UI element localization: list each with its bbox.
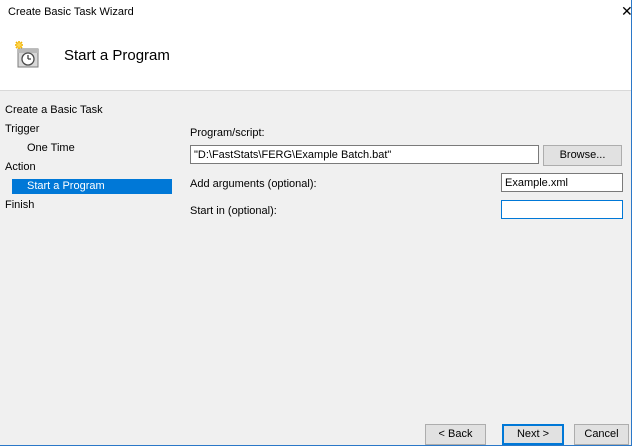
window-title: Create Basic Task Wizard: [8, 6, 134, 18]
task-scheduler-clock-icon: [15, 41, 39, 68]
close-icon[interactable]: ✕: [621, 3, 631, 20]
start-in-input[interactable]: [501, 200, 623, 219]
wizard-window: Create Basic Task Wizard ✕ Start a Progr…: [0, 0, 632, 446]
start-in-label: Start in (optional):: [190, 205, 277, 217]
browse-button[interactable]: Browse...: [543, 145, 622, 166]
page-title: Start a Program: [64, 47, 170, 64]
wizard-header: Start a Program: [0, 24, 631, 91]
arguments-label: Add arguments (optional):: [190, 178, 317, 190]
cancel-button[interactable]: Cancel: [574, 424, 629, 445]
wizard-content: Program/script: Browse... Add arguments …: [178, 91, 631, 445]
nav-step-trigger[interactable]: Trigger: [5, 122, 175, 137]
nav-step-finish[interactable]: Finish: [5, 198, 175, 213]
back-button[interactable]: < Back: [425, 424, 486, 445]
nav-step-one-time[interactable]: One Time: [12, 141, 172, 156]
title-bar[interactable]: Create Basic Task Wizard ✕: [0, 0, 631, 24]
nav-step-action[interactable]: Action: [5, 160, 175, 175]
program-script-label: Program/script:: [190, 127, 265, 139]
next-button[interactable]: Next >: [502, 424, 564, 445]
nav-step-create-basic-task[interactable]: Create a Basic Task: [5, 103, 175, 118]
wizard-steps-nav: Create a Basic Task Trigger One Time Act…: [0, 91, 178, 445]
nav-step-start-a-program[interactable]: Start a Program: [12, 179, 172, 194]
program-script-input[interactable]: [190, 145, 539, 164]
arguments-input[interactable]: [501, 173, 623, 192]
